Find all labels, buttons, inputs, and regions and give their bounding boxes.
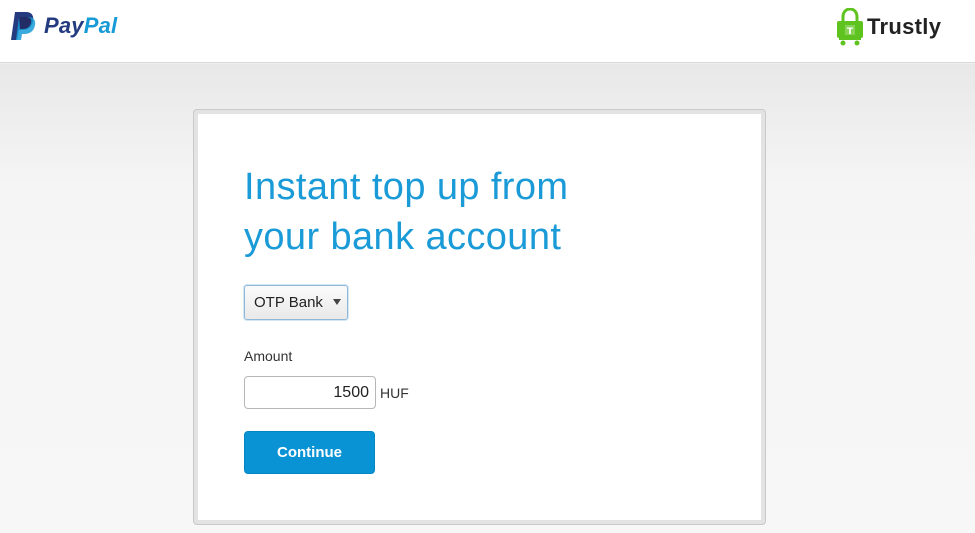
- trustly-wordmark: Trustly: [867, 14, 942, 39]
- trustly-lock-icon: T: [837, 8, 863, 46]
- bank-select-value: OTP Bank: [254, 294, 323, 311]
- amount-input[interactable]: 1500: [244, 376, 376, 409]
- currency-label: HUF: [380, 385, 409, 401]
- bank-select[interactable]: OTP Bank: [244, 285, 348, 320]
- amount-label: Amount: [244, 348, 293, 364]
- page-title: Instant top up from your bank account: [244, 162, 664, 262]
- paypal-wordmark-pal: Pal: [83, 13, 118, 38]
- svg-text:T: T: [847, 27, 854, 37]
- top-header: PayPal T Trustly: [0, 0, 975, 63]
- chevron-down-icon: [333, 299, 341, 305]
- continue-button[interactable]: Continue: [244, 431, 375, 474]
- title-line-1: Instant top up from: [244, 166, 569, 208]
- title-line-2: your bank account: [244, 216, 562, 258]
- trustly-logo[interactable]: T Trustly: [836, 8, 941, 46]
- paypal-p-icon: [11, 12, 36, 40]
- paypal-wordmark-pay: Pay: [44, 13, 84, 38]
- paypal-wordmark: PayPal: [44, 13, 117, 39]
- paypal-logo[interactable]: PayPal: [9, 11, 117, 41]
